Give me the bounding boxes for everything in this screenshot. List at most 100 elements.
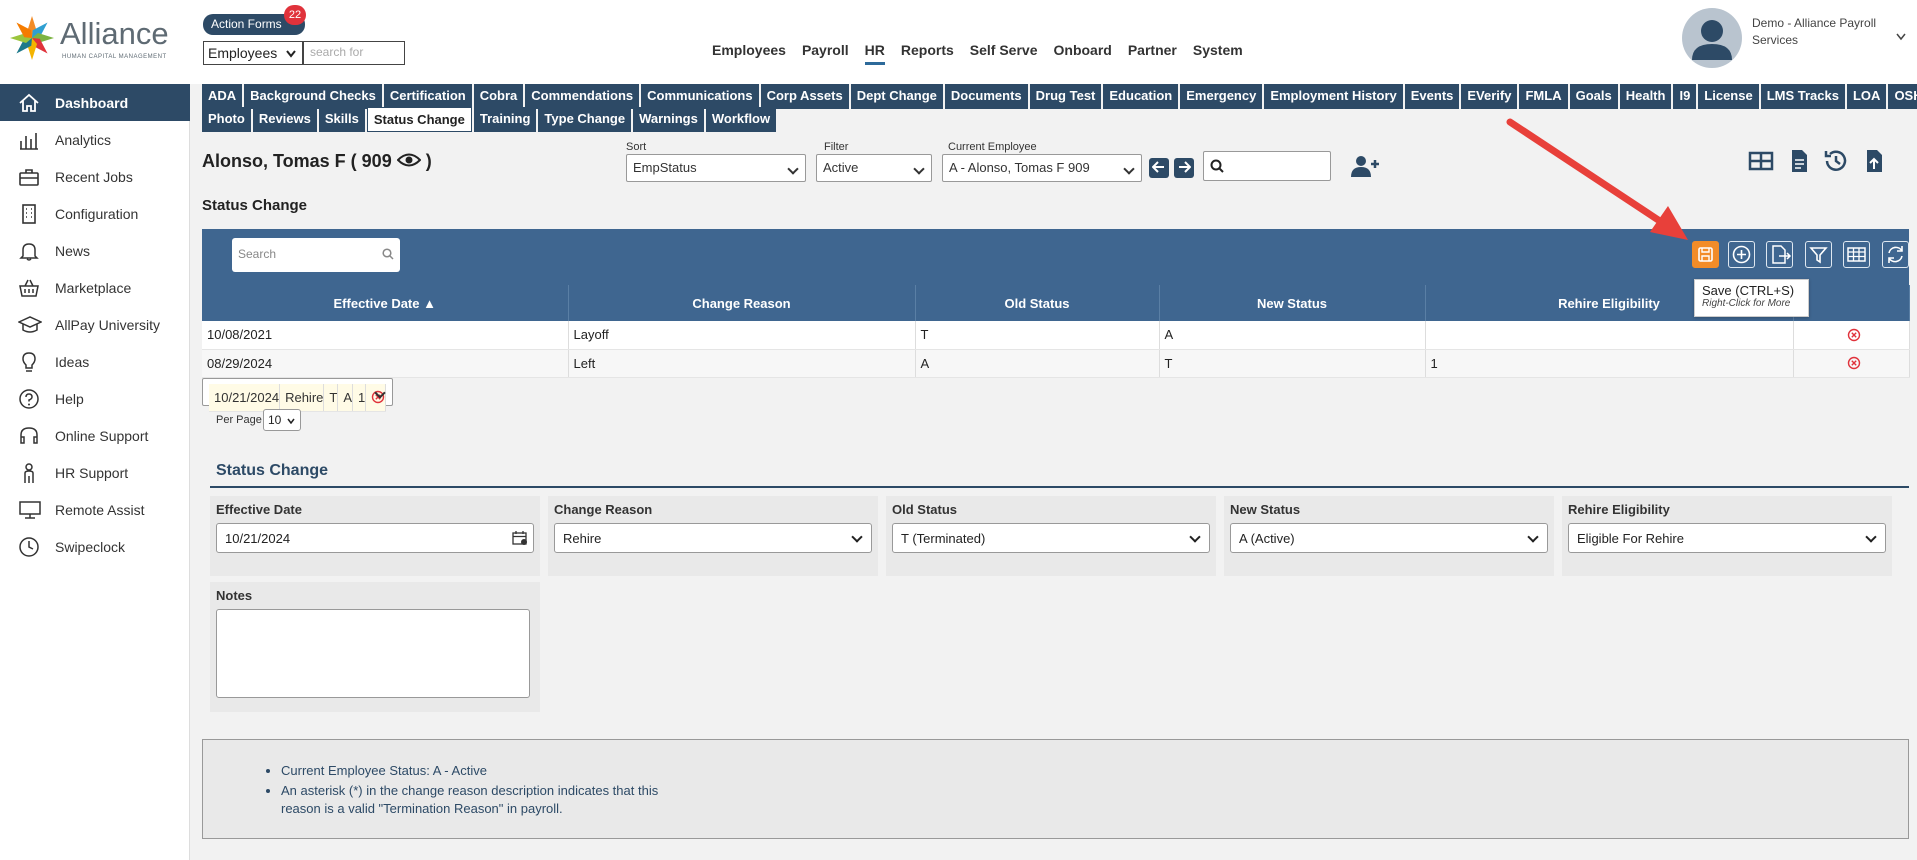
history-icon[interactable]: [1821, 146, 1851, 176]
column-header-old-status[interactable]: Old Status: [915, 285, 1160, 321]
sidebar-item-remote-assist[interactable]: Remote Assist: [0, 491, 190, 528]
new-status-select[interactable]: A (Active): [1230, 523, 1548, 553]
table-row[interactable]: 10/21/2024 Rehire T A 1: [202, 377, 394, 412]
delete-icon[interactable]: [1847, 328, 1861, 342]
tab-type-change[interactable]: Type Change: [538, 107, 632, 132]
previous-employee-button[interactable]: [1149, 158, 1169, 178]
column-header-effective-date[interactable]: Effective Date ▲: [202, 285, 569, 321]
filter-select[interactable]: Active: [816, 154, 932, 182]
tab-communications[interactable]: Communications: [641, 84, 759, 109]
effective-date-input[interactable]: 10/21/2024: [216, 523, 534, 553]
tab-emergency[interactable]: Emergency: [1180, 84, 1263, 109]
nav-self-serve[interactable]: Self Serve: [970, 42, 1038, 65]
sidebar-item-allpay-university[interactable]: AllPay University: [0, 306, 190, 343]
sidebar-item-recent-jobs[interactable]: Recent Jobs: [0, 158, 190, 195]
tab-background-checks[interactable]: Background Checks: [244, 84, 382, 109]
column-header-change-reason[interactable]: Change Reason: [568, 285, 916, 321]
tab-dept-change[interactable]: Dept Change: [850, 84, 943, 109]
calendar-icon[interactable]: [512, 530, 528, 546]
column-header-new-status[interactable]: New Status: [1159, 285, 1426, 321]
document-icon[interactable]: [1784, 146, 1814, 176]
per-page-select[interactable]: 10: [263, 409, 301, 431]
tab-osha[interactable]: OSHA: [1888, 84, 1917, 109]
tab-fmla[interactable]: FMLA: [1519, 84, 1568, 109]
cell-effective-date: 10/21/2024: [209, 383, 281, 412]
tab-training[interactable]: Training: [473, 107, 537, 132]
tab-commendations[interactable]: Commendations: [525, 84, 640, 109]
tab-corp-assets[interactable]: Corp Assets: [760, 84, 849, 109]
sidebar-item-online-support[interactable]: Online Support: [0, 417, 190, 454]
grid-search-input[interactable]: Search: [232, 238, 400, 272]
tab-everify[interactable]: EVerify: [1461, 84, 1518, 109]
current-employee-select[interactable]: A - Alonso, Tomas F 909: [942, 154, 1142, 182]
cell-old-status: T: [915, 321, 1160, 350]
nav-reports[interactable]: Reports: [901, 42, 954, 65]
sidebar-item-news[interactable]: News: [0, 232, 190, 269]
refresh-button[interactable]: [1882, 241, 1909, 268]
tab-status-change[interactable]: Status Change: [366, 107, 472, 132]
tab-cobra[interactable]: Cobra: [473, 84, 524, 109]
old-status-select[interactable]: T (Terminated): [892, 523, 1210, 553]
sort-select[interactable]: EmpStatus: [626, 154, 806, 182]
employee-search-input[interactable]: [1203, 151, 1331, 181]
nav-hr[interactable]: HR: [864, 42, 885, 65]
tab-workflow[interactable]: Workflow: [705, 107, 777, 132]
nav-employees[interactable]: Employees: [712, 42, 786, 65]
notes-textarea[interactable]: [216, 609, 530, 698]
grid-view-icon[interactable]: [1746, 146, 1776, 176]
table-row[interactable]: 08/29/2024 Left A T 1: [202, 349, 1910, 378]
search-for-input[interactable]: search for: [303, 41, 405, 65]
sidebar-item-ideas[interactable]: Ideas: [0, 343, 190, 380]
user-menu[interactable]: Demo - Alliance Payroll Services: [1682, 8, 1912, 70]
tab-drug-test[interactable]: Drug Test: [1029, 84, 1102, 109]
tab-license[interactable]: License: [1698, 84, 1759, 109]
sidebar-item-swipeclock[interactable]: Swipeclock: [0, 528, 190, 565]
tab-loa[interactable]: LOA: [1846, 84, 1887, 109]
sidebar-item-dashboard[interactable]: Dashboard: [0, 84, 190, 121]
chevron-down-icon[interactable]: [1896, 33, 1906, 41]
current-employee-value: A - Alonso, Tomas F 909: [949, 160, 1090, 175]
nav-system[interactable]: System: [1193, 42, 1243, 65]
nav-payroll[interactable]: Payroll: [802, 42, 849, 65]
notes-group: Notes: [210, 582, 540, 712]
eye-icon[interactable]: [396, 152, 422, 168]
sidebar-item-analytics[interactable]: Analytics: [0, 121, 190, 158]
tab-ada[interactable]: ADA: [202, 84, 243, 109]
tab-goals[interactable]: Goals: [1569, 84, 1618, 109]
columns-button[interactable]: [1843, 241, 1870, 268]
table-row[interactable]: 10/08/2021 Layoff T A: [202, 321, 1910, 350]
avatar[interactable]: [1682, 8, 1742, 68]
upload-document-icon[interactable]: [1859, 146, 1889, 176]
tab-i9[interactable]: I9: [1673, 84, 1697, 109]
tab-photo[interactable]: Photo: [202, 107, 251, 132]
sidebar-item-configuration[interactable]: Configuration: [0, 195, 190, 232]
tab-warnings[interactable]: Warnings: [633, 107, 704, 132]
nav-onboard[interactable]: Onboard: [1054, 42, 1112, 65]
tab-lms-tracks[interactable]: LMS Tracks: [1760, 84, 1845, 109]
change-reason-select[interactable]: Rehire: [554, 523, 872, 553]
delete-icon[interactable]: [371, 390, 385, 404]
delete-icon[interactable]: [1847, 356, 1861, 370]
tab-health[interactable]: Health: [1619, 84, 1672, 109]
sidebar-item-marketplace[interactable]: Marketplace: [0, 269, 190, 306]
alliance-logo[interactable]: Alliance HUMAN CAPITAL MANAGEMENT: [8, 14, 188, 62]
tab-skills[interactable]: Skills: [318, 107, 365, 132]
nav-partner[interactable]: Partner: [1128, 42, 1177, 65]
sidebar-item-help[interactable]: Help: [0, 380, 190, 417]
tab-documents[interactable]: Documents: [944, 84, 1028, 109]
change-reason-label: Change Reason: [554, 502, 653, 517]
tab-education[interactable]: Education: [1103, 84, 1179, 109]
new-status-value: A (Active): [1239, 531, 1295, 546]
rehire-eligibility-select[interactable]: Eligible For Rehire: [1568, 523, 1886, 553]
tab-events[interactable]: Events: [1404, 84, 1460, 109]
add-record-button[interactable]: [1728, 241, 1755, 268]
tab-employment-history[interactable]: Employment History: [1264, 84, 1403, 109]
export-button[interactable]: [1766, 241, 1793, 268]
sidebar-item-hr-support[interactable]: HR Support: [0, 454, 190, 491]
entity-select[interactable]: Employees: [203, 41, 303, 65]
next-employee-button[interactable]: [1174, 158, 1194, 178]
tab-certification[interactable]: Certification: [383, 84, 472, 109]
tab-reviews[interactable]: Reviews: [252, 107, 317, 132]
add-employee-icon[interactable]: [1350, 154, 1380, 178]
filter-button[interactable]: [1805, 241, 1832, 268]
